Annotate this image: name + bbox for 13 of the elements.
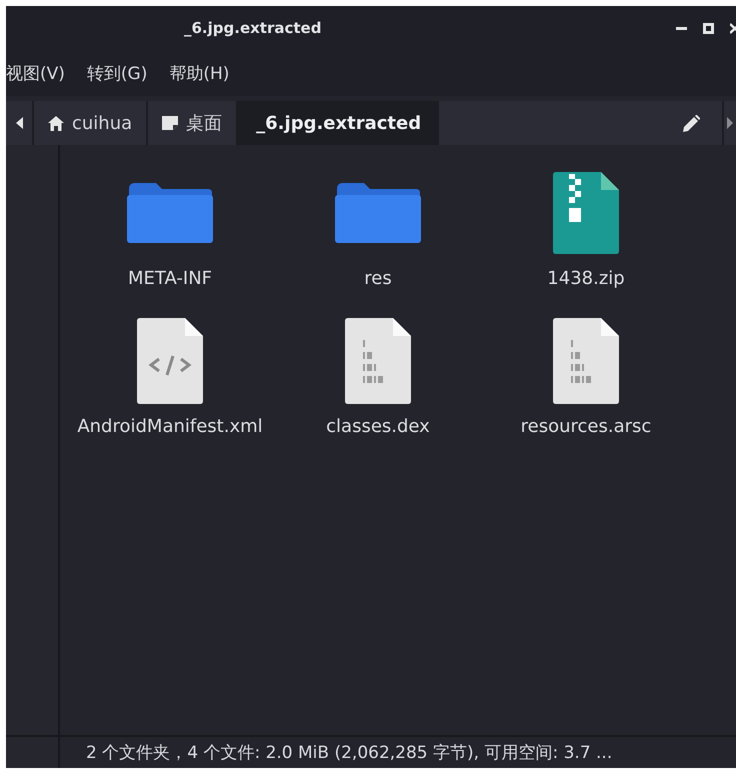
menu-item[interactable]: 转到(G)	[86, 62, 148, 84]
file-name[interactable]: resources.arsc	[486, 415, 686, 440]
file-name[interactable]: classes.dex	[278, 415, 478, 440]
path-button[interactable]: 桌面	[146, 101, 236, 145]
file-name[interactable]: 1438.zip	[486, 267, 686, 292]
file-name[interactable]: AndroidManifest.xml	[70, 415, 270, 440]
status-text: 2 个文件夹，4 个文件: 2.0 MiB (2,062,285 字节), 可用空间: 3.7 ...	[86, 742, 612, 764]
menu-item[interactable]: 帮助(H)	[169, 62, 230, 84]
window-title: _6.jpg.extracted	[184, 19, 322, 37]
file-name[interactable]: res	[278, 267, 478, 292]
menu-item[interactable]: 视图(V)	[6, 62, 65, 84]
file-name[interactable]: META-INF	[70, 267, 270, 292]
path-button[interactable]: cuihua	[32, 101, 146, 145]
